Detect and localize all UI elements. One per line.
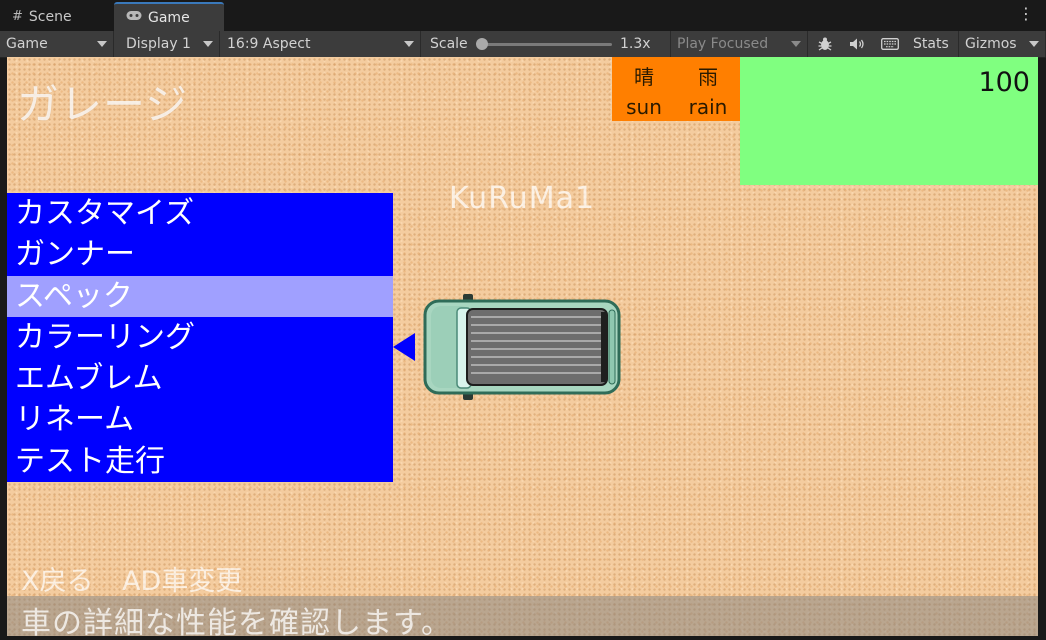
garage-menu: カスタマイズ ガンナー スペック カラーリング エムブレム リネーム テスト走行 xyxy=(7,193,393,482)
scale-value: 1.3x xyxy=(620,36,651,52)
car-sprite xyxy=(421,294,621,406)
weather-sun-kanji: 晴 xyxy=(634,65,654,89)
status-bar: 車の詳細な性能を確認します。 xyxy=(7,596,1038,636)
tab-game-label: Game xyxy=(148,9,190,26)
status-message: 車の詳細な性能を確認します。 xyxy=(21,606,452,636)
keyboard-icon[interactable] xyxy=(876,31,904,57)
scale-slider-track[interactable] xyxy=(482,43,612,46)
hash-icon: # xyxy=(12,9,23,24)
weather-sun-label: sun xyxy=(626,95,662,119)
menu-item-customize[interactable]: カスタマイズ xyxy=(7,193,393,234)
editor-tab-bar: # Scene Game ⋮ xyxy=(0,0,1046,32)
more-options-icon[interactable]: ⋮ xyxy=(1018,6,1034,22)
tab-scene-label: Scene xyxy=(28,8,72,25)
scale-slider-handle[interactable] xyxy=(476,38,488,50)
menu-item-test-drive[interactable]: テスト走行 xyxy=(7,441,393,482)
score-value: 100 xyxy=(978,67,1030,98)
tab-scene[interactable]: # Scene xyxy=(0,2,114,31)
menu-pointer-arrow xyxy=(393,333,415,361)
menu-item-coloring[interactable]: カラーリング xyxy=(7,317,393,358)
chevron-down-icon xyxy=(203,41,213,47)
weather-rain-label: rain xyxy=(688,95,728,119)
score-panel: 100 xyxy=(740,57,1038,185)
weather-rain-kanji: 雨 xyxy=(698,65,718,89)
chevron-down-icon xyxy=(404,41,414,47)
menu-item-gunner[interactable]: ガンナー xyxy=(7,234,393,275)
menu-item-rename[interactable]: リネーム xyxy=(7,399,393,440)
controls-hint: X戻る AD車変更 xyxy=(21,566,243,597)
audio-icon[interactable] xyxy=(844,31,870,57)
stats-button[interactable]: Stats xyxy=(913,31,949,57)
play-mode-value: Play Focused xyxy=(677,36,769,52)
gizmos-label: Gizmos xyxy=(965,36,1017,52)
menu-item-spec[interactable]: スペック xyxy=(7,275,393,317)
gamepad-icon xyxy=(126,10,142,25)
tab-game[interactable]: Game xyxy=(114,2,224,31)
view-mode-dropdown[interactable]: Game xyxy=(0,31,114,57)
aspect-dropdown[interactable]: 16:9 Aspect xyxy=(221,31,421,57)
game-viewport[interactable]: ガレージ 晴 雨 sun rain 100 KuRuMa1 カスタマイズ ガンナ… xyxy=(7,57,1038,636)
chevron-down-icon xyxy=(97,41,107,47)
menu-item-emblem[interactable]: エムブレム xyxy=(7,358,393,399)
display-dropdown[interactable]: Display 1 xyxy=(120,31,220,57)
car-name: KuRuMa1 xyxy=(449,181,596,216)
view-mode-value: Game xyxy=(6,36,48,52)
chevron-down-icon xyxy=(791,41,801,47)
game-toolbar: Game Display 1 16:9 Aspect Scale 1.3x Pl… xyxy=(0,31,1046,58)
play-mode-dropdown[interactable]: Play Focused xyxy=(670,31,808,57)
display-value: Display 1 xyxy=(126,36,191,52)
bug-icon[interactable] xyxy=(812,31,838,57)
screen-title: ガレージ xyxy=(17,80,189,129)
chevron-down-icon xyxy=(1029,41,1039,47)
scale-label: Scale xyxy=(430,36,468,52)
aspect-value: 16:9 Aspect xyxy=(227,36,311,52)
weather-panel: 晴 雨 sun rain xyxy=(612,57,740,121)
gizmos-dropdown[interactable]: Gizmos xyxy=(958,31,1046,57)
